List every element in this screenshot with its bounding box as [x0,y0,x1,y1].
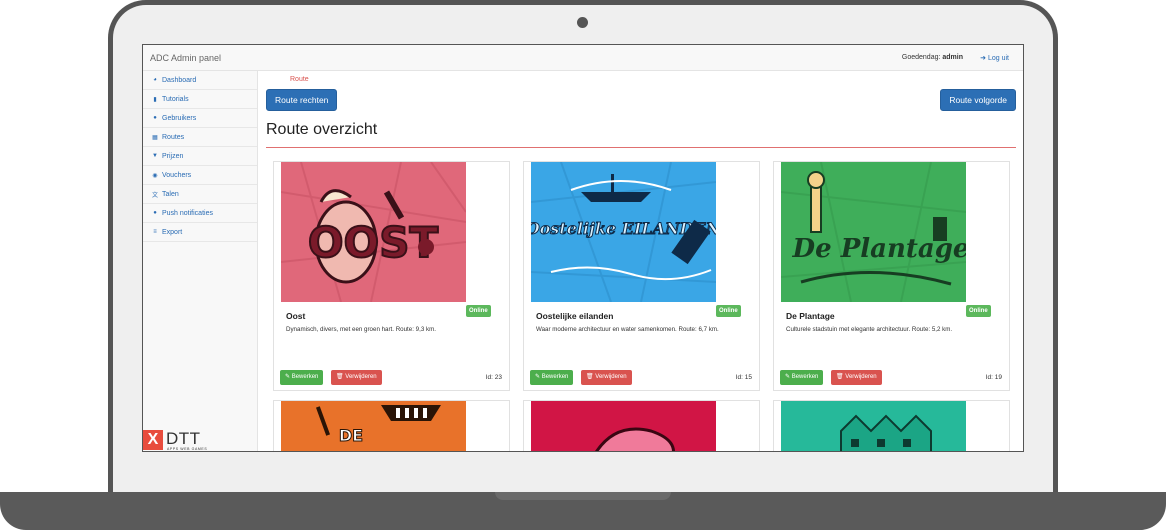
brand-title[interactable]: ADC Admin panel [150,53,221,63]
sidebar-item-push[interactable]: ● Push notificaties [143,204,257,223]
sidebar-item-routes[interactable]: ▦ Routes [143,128,257,147]
route-art-oost: OOST [308,218,439,267]
sidebar: ◕ Dashboard ▮ Tutorials ● Gebruikers ▦ Route… [143,71,258,451]
sidebar-item-label: Push notificaties [162,209,213,217]
card-description: Waar moderne architectuur en water samen… [536,326,719,333]
laptop-notch [495,492,671,500]
sidebar-item-tutorials[interactable]: ▮ Tutorials [143,90,257,109]
trash-icon: 🗑 [836,374,844,380]
route-rights-button[interactable]: Route rechten [266,89,338,111]
sidebar-item-label: Talen [162,190,179,198]
edit-label: Bewerken [541,374,569,380]
logout-icon: ➜ [980,55,987,62]
sidebar-item-label: Tutorials [162,95,189,103]
delete-button[interactable]: 🗑 Verwijderen [581,370,632,385]
pencil-icon: ✎ [285,374,291,380]
edit-button[interactable]: ✎ Bewerken [280,370,324,385]
route-image-row2-3 [781,401,966,451]
route-card-row2-3 [773,400,1010,451]
edit-label: Bewerken [291,374,319,380]
route-image-oostelijke-eilanden: Oostelijke EILANDEN [531,162,716,302]
logout-label: Log uit [987,55,1009,62]
card-id: Id: 15 [735,374,752,381]
card-description: Culturele stadstuin met elegante archite… [786,326,953,333]
sidebar-item-gebruikers[interactable]: ● Gebruikers [143,109,257,128]
sidebar-item-label: Prijzen [162,152,184,160]
comment-icon: ● [153,210,157,216]
status-badge: Online [716,305,741,317]
route-image-de-plantage: De Plantage [781,162,966,302]
route-image-row2-1: DE [281,401,466,451]
ticket-icon: ◉ [152,172,158,179]
sidebar-item-label: Routes [162,133,185,141]
route-card-de-plantage: De Plantage Online De Plantage Culturele… [773,161,1010,391]
delete-label: Verwijderen [595,374,627,380]
route-card-oostelijke-eilanden: Oostelijke EILANDEN Online Oostelijke ei… [523,161,760,391]
edit-label: Bewerken [791,374,819,380]
greeting: Goedendag: admin [902,54,963,61]
pencil-icon: ✎ [535,374,541,380]
dtt-logo-tagline: APPS WEB GAMES [167,447,208,451]
main-content: Route Route rechten Route volgorde Route… [259,71,1023,451]
route-image-oost: OOST [281,162,466,302]
card-description: Dynamisch, divers, met een groen hart. R… [286,326,436,333]
trash-icon: 🗑 [336,374,344,380]
sidebar-item-dashboard[interactable]: ◕ Dashboard [143,71,257,90]
route-order-button[interactable]: Route volgorde [940,89,1016,111]
route-card-row2-1: DE [273,400,510,451]
delete-button[interactable]: 🗑 Verwijderen [331,370,382,385]
navbar: ADC Admin panel Goedendag: admin ➜ Log u… [143,45,1023,71]
dtt-logo-mark: X [143,430,163,450]
status-badge: Online [966,305,991,317]
sidebar-item-label: Gebruikers [162,114,197,122]
language-icon: 文 [151,192,158,199]
pencil-icon: ✎ [785,374,791,380]
sidebar-item-label: Export [162,228,183,236]
database-icon: ≡ [153,229,157,235]
sidebar-item-vouchers[interactable]: ◉ Vouchers [143,166,257,185]
screen: ADC Admin panel Goedendag: admin ➜ Log u… [142,44,1024,452]
dashboard-icon: ◕ [153,77,157,83]
breadcrumb[interactable]: Route [290,76,309,83]
sidebar-item-talen[interactable]: 文 Talen [143,185,257,204]
users-icon: ● [153,115,157,121]
logout-link[interactable]: ➜ Log uit [980,54,1009,62]
sidebar-item-export[interactable]: ≡ Export [143,223,257,242]
title-divider [266,147,1016,148]
greeting-prefix: Goedendag: [901,54,943,61]
card-title: De Plantage [786,311,835,321]
card-id: Id: 19 [985,374,1002,381]
status-badge: Online [466,305,491,317]
trophy-icon: ▼ [152,153,158,159]
edit-button[interactable]: ✎ Bewerken [530,370,574,385]
user-name: admin [942,54,963,61]
card-title: Oostelijke eilanden [536,311,614,321]
sidebar-item-label: Dashboard [162,76,197,84]
dtt-logo-text: DTT [166,429,201,448]
sidebar-item-label: Vouchers [162,171,192,179]
trash-icon: 🗑 [586,374,594,380]
route-image-row2-2 [531,401,716,451]
route-card-row2-2 [523,400,760,451]
delete-label: Verwijderen [345,374,377,380]
camera-icon [577,17,588,28]
page-title: Route overzicht [266,121,378,138]
sidebar-item-prijzen[interactable]: ▼ Prijzen [143,147,257,166]
route-art-row2-1: DE [339,426,363,445]
card-title: Oost [286,311,306,321]
book-icon: ▮ [153,96,157,103]
dtt-logo: X DTT APPS WEB GAMES [143,428,213,451]
map-icon: ▦ [152,134,158,141]
route-card-oost: OOST Online Oost Dynamisch, divers, met … [273,161,510,391]
delete-button[interactable]: 🗑 Verwijderen [831,370,882,385]
edit-button[interactable]: ✎ Bewerken [780,370,824,385]
delete-label: Verwijderen [845,374,877,380]
card-id: Id: 23 [485,374,502,381]
